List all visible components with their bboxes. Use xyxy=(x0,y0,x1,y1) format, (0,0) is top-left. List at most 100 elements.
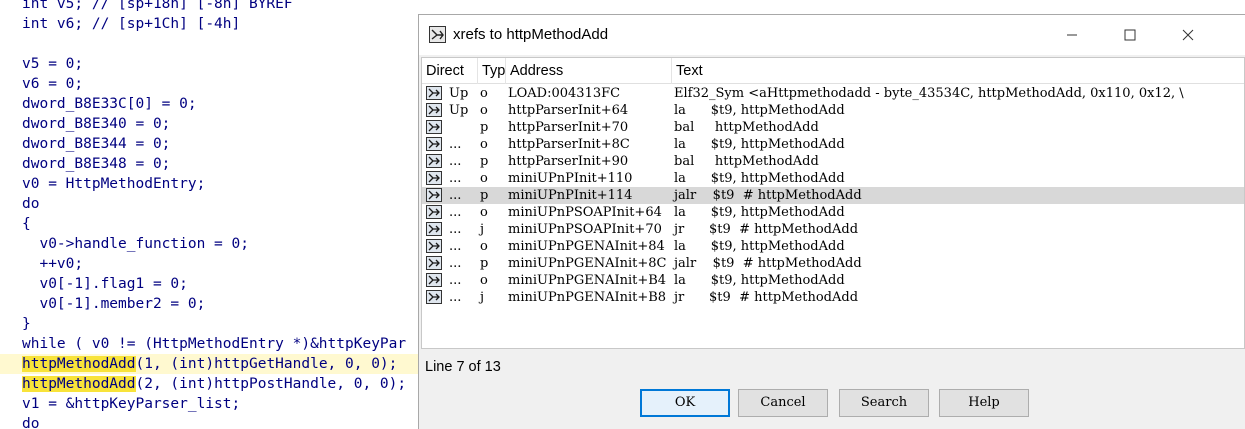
code-line: int v6; // [sp+1Ch] [-4h] xyxy=(22,16,241,32)
cell-direction: ... xyxy=(449,188,462,203)
cell-text: bal httpMethodAdd xyxy=(674,154,819,169)
list-item[interactable]: ... o miniUPnPInit+110 la $t9, httpMethodAd… xyxy=(422,170,1244,187)
search-button[interactable]: Search xyxy=(839,389,929,417)
list-item[interactable]: ... o miniUPnPGENAInit+B4 la $t9, httpMetho… xyxy=(422,272,1244,289)
cancel-button[interactable]: Cancel xyxy=(738,389,828,417)
pseudocode-view[interactable]: int v5; // [sp+18h] [-8h] BYREF int v6; … xyxy=(0,0,420,429)
cell-text: jr $t9 # httpMethodAdd xyxy=(674,290,859,305)
cell-address: httpParserInit+90 xyxy=(508,154,629,169)
cell-direction: ... xyxy=(449,256,462,271)
column-header-text[interactable]: Text xyxy=(672,58,1244,84)
cell-address: miniUPnPGENAInit+B8 xyxy=(508,290,667,305)
maximize-button[interactable] xyxy=(1101,15,1159,55)
minimize-icon xyxy=(1067,34,1077,36)
cell-type: j xyxy=(480,290,485,305)
code-line: dword_B8E348 = 0; xyxy=(22,156,171,172)
cell-address: miniUPnPSOAPInit+64 xyxy=(508,205,662,220)
ok-button[interactable]: OK xyxy=(640,389,730,417)
highlighted-identifier[interactable]: httpMethodAdd xyxy=(22,356,136,372)
cell-address: httpParserInit+64 xyxy=(508,103,629,118)
help-button[interactable]: Help xyxy=(939,389,1029,417)
list-item[interactable]: ... j miniUPnPGENAInit+B8 jr $t9 # httpMeth… xyxy=(422,289,1244,306)
code-line: v6 = 0; xyxy=(22,76,84,92)
code-line: do xyxy=(22,196,40,212)
code-line: v0[-1].member2 = 0; xyxy=(22,296,206,312)
cell-direction: ... xyxy=(449,222,462,237)
close-button[interactable] xyxy=(1159,15,1217,55)
cell-direction: ... xyxy=(449,154,462,169)
minimize-button[interactable] xyxy=(1043,15,1101,55)
code-line: dword_B8E340 = 0; xyxy=(22,116,171,132)
cell-address: httpParserInit+70 xyxy=(508,120,629,135)
list-item[interactable]: ... o miniUPnPGENAInit+84 la $t9, httpMetho… xyxy=(422,238,1244,255)
code-line: v0[-1].flag1 = 0; xyxy=(22,276,188,292)
cell-address: miniUPnPGENAInit+B4 xyxy=(508,273,667,288)
cell-type: o xyxy=(480,86,488,101)
xref-icon xyxy=(426,273,442,287)
list-item[interactable]: ... j miniUPnPSOAPInit+70 jr $t9 # httpMeth… xyxy=(422,221,1244,238)
list-item[interactable]: ... o httpParserInit+8C la $t9, httpMethodA… xyxy=(422,136,1244,153)
xref-icon xyxy=(426,188,442,202)
code-line: { xyxy=(22,216,31,232)
cell-direction: ... xyxy=(449,273,462,288)
cell-address: miniUPnPInit+110 xyxy=(508,171,633,186)
cell-address: miniUPnPGENAInit+8C xyxy=(508,256,667,271)
cell-text: bal httpMethodAdd xyxy=(674,120,819,135)
list-item[interactable]: ... o miniUPnPSOAPInit+64 la $t9, httpMetho… xyxy=(422,204,1244,221)
cell-type: o xyxy=(480,103,488,118)
list-item[interactable]: Up o httpParserInit+64 la $t9, httpMethodAd… xyxy=(422,102,1244,119)
xref-icon xyxy=(426,171,442,185)
code-line: ++v0; xyxy=(22,256,84,272)
cell-text: jalr $t9 # httpMethodAdd xyxy=(674,188,862,203)
xref-icon xyxy=(426,137,442,151)
cell-direction: ... xyxy=(449,239,462,254)
cell-type: p xyxy=(480,120,489,135)
code-line: } xyxy=(22,316,31,332)
xref-icon xyxy=(426,239,442,253)
xrefs-list[interactable]: Direct Typ Address Text Up o LOAD:004313FC… xyxy=(421,57,1245,349)
list-item[interactable]: ... p httpParserInit+90 bal httpMethodAdd xyxy=(422,153,1244,170)
cell-text: jr $t9 # httpMethodAdd xyxy=(674,222,859,237)
list-item[interactable]: ... p miniUPnPInit+114 jalr $t9 # httpMetho… xyxy=(422,187,1244,204)
code-line: dword_B8E33C[0] = 0; xyxy=(22,96,197,112)
cell-type: o xyxy=(480,137,488,152)
code-line: v0->handle_function = 0; xyxy=(22,236,249,252)
xref-icon xyxy=(426,154,442,168)
code-line: v0 = HttpMethodEntry; xyxy=(22,176,206,192)
cell-type: p xyxy=(480,188,489,203)
close-icon xyxy=(1182,29,1194,41)
list-item[interactable]: Up o LOAD:004313FC Elf32_Sym <aHttpmethodad… xyxy=(422,85,1244,102)
cell-text: la $t9, httpMethodAdd xyxy=(674,239,845,254)
cell-direction: ... xyxy=(449,137,462,152)
list-item[interactable]: ... p miniUPnPGENAInit+8C jalr $t9 # httpMe… xyxy=(422,255,1244,272)
code-line-current: httpMethodAdd(1, (int)httpGetHandle, 0, … xyxy=(0,354,420,374)
cell-text: la $t9, httpMethodAdd xyxy=(674,273,845,288)
cell-type: o xyxy=(480,273,488,288)
xrefs-dialog: xrefs to httpMethodAdd Direct Typ Addres… xyxy=(418,14,1245,429)
cell-address: LOAD:004313FC xyxy=(508,86,621,101)
xref-icon xyxy=(426,205,442,219)
cell-type: o xyxy=(480,171,488,186)
cell-direction: ... xyxy=(449,290,462,305)
cell-direction: ... xyxy=(449,205,462,220)
highlighted-identifier[interactable]: httpMethodAdd xyxy=(22,376,136,392)
cell-address: httpParserInit+8C xyxy=(508,137,630,152)
cell-text: la $t9, httpMethodAdd xyxy=(674,137,845,152)
xref-icon xyxy=(426,290,442,304)
column-header-direction[interactable]: Direct xyxy=(422,58,478,84)
cell-type: o xyxy=(480,239,488,254)
code-line: httpMethodAdd(2, (int)httpPostHandle, 0,… xyxy=(22,376,407,392)
cell-direction: ... xyxy=(449,171,462,186)
code-line: while ( v0 != (HttpMethodEntry *)&httpKe… xyxy=(22,336,407,352)
xref-icon xyxy=(426,86,442,100)
xref-icon xyxy=(426,222,442,236)
title-bar[interactable]: xrefs to httpMethodAdd xyxy=(419,15,1245,55)
column-header-address[interactable]: Address xyxy=(506,58,672,84)
code-line: v1 = &httpKeyParser_list; xyxy=(22,396,241,412)
list-item[interactable]: p httpParserInit+70 bal httpMethodAdd xyxy=(422,119,1244,136)
cell-text: jalr $t9 # httpMethodAdd xyxy=(674,256,862,271)
xref-icon xyxy=(426,120,442,134)
column-header-type[interactable]: Typ xyxy=(478,58,506,84)
cell-address: miniUPnPSOAPInit+70 xyxy=(508,222,662,237)
dialog-title: xrefs to httpMethodAdd xyxy=(453,26,609,43)
